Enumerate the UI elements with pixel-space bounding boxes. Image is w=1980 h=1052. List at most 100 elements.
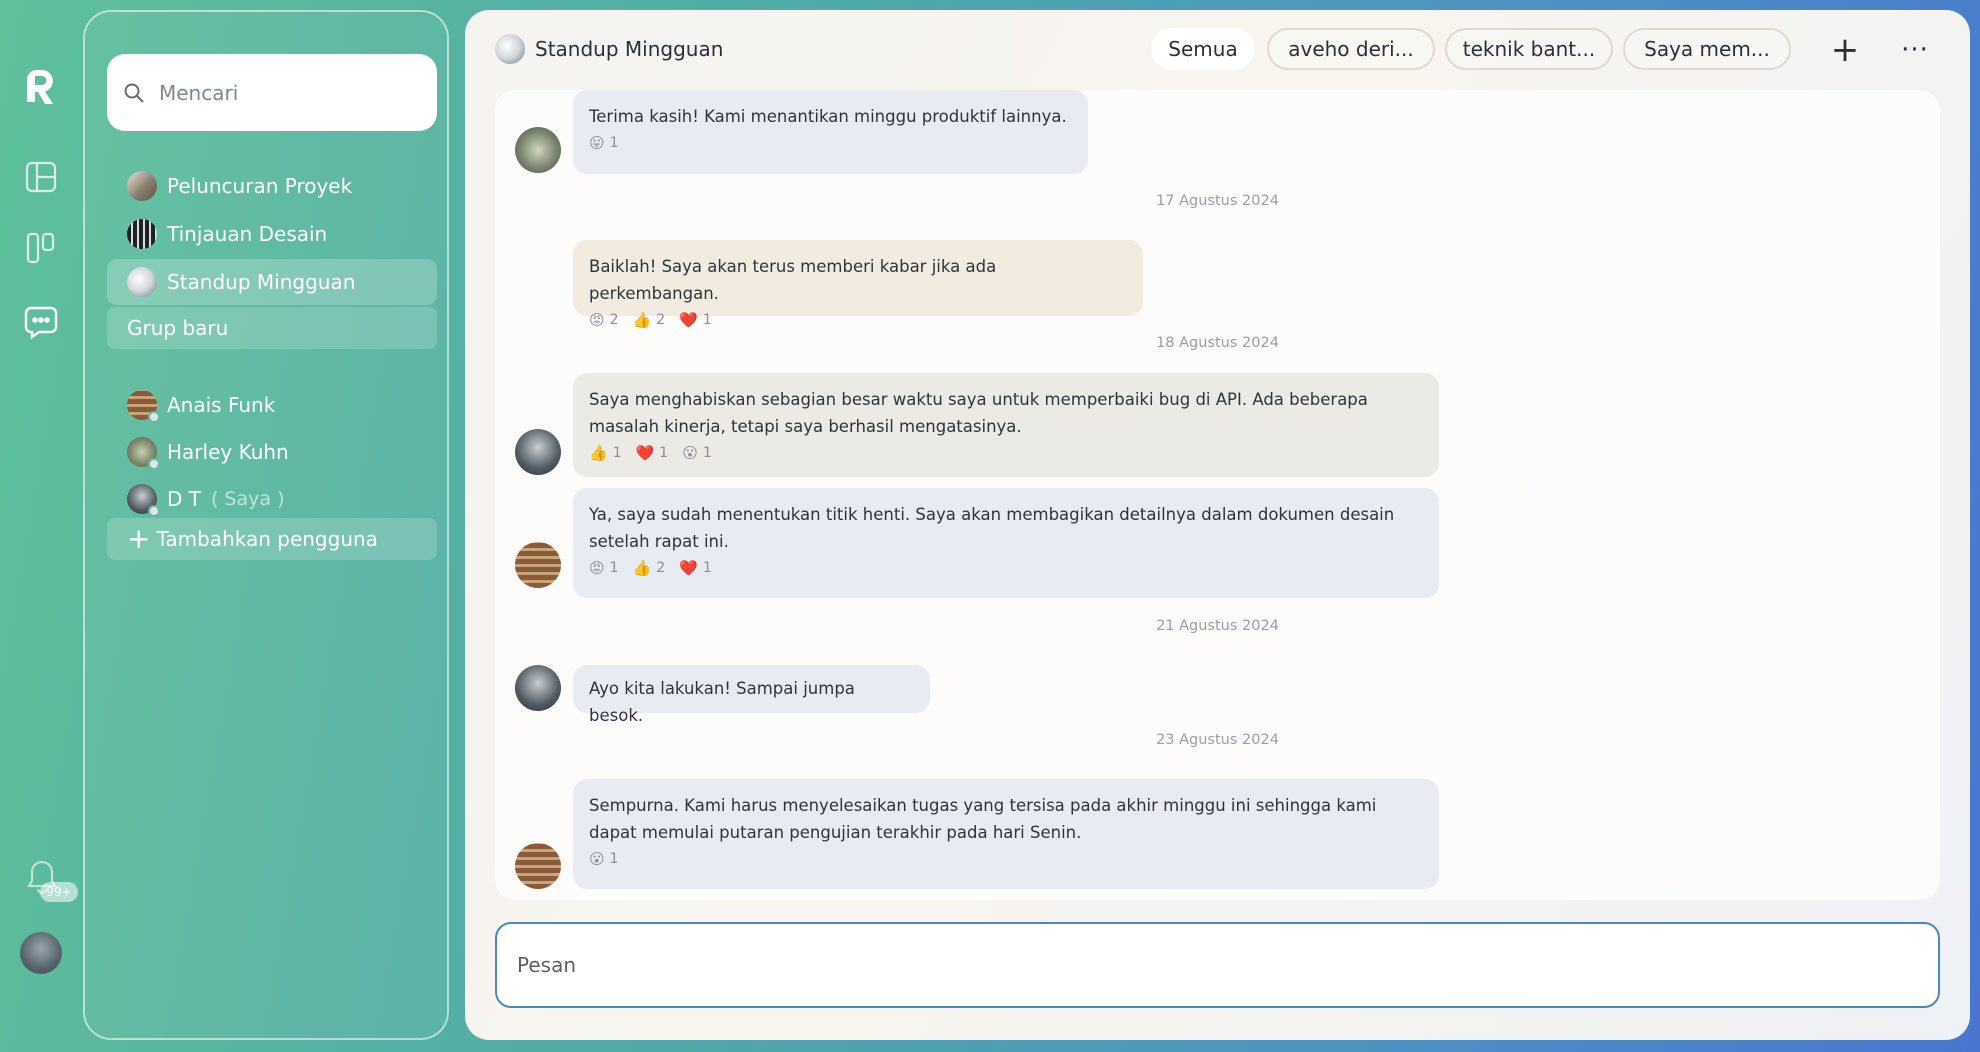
user-avatar: [127, 390, 160, 423]
user-item-anais-funk[interactable]: Anais Funk: [107, 382, 437, 428]
add-user-label: Tambahkan pengguna: [156, 527, 378, 551]
reaction-pill[interactable]: ❤️ 1: [679, 307, 712, 334]
user-item-label: D T: [167, 487, 201, 511]
chat-group-avatar: [495, 34, 525, 64]
reaction-emoji: ❤️: [679, 310, 698, 329]
reaction-count: 1: [609, 850, 619, 867]
search-icon: [124, 83, 144, 103]
reaction-count: 1: [612, 444, 622, 461]
group-item-label: Tinjauan Desain: [167, 222, 328, 246]
tab-teknik[interactable]: teknik bant...: [1445, 28, 1613, 70]
reaction-bar: 😡 2 👍 2 ❤️ 1: [589, 309, 1127, 331]
message-text: Ya, saya sudah menentukan titik henti. S…: [589, 505, 1395, 551]
reaction-count: 2: [656, 559, 666, 576]
date-separator: 21 Agustus 2024: [1156, 618, 1279, 634]
tab-aveho[interactable]: aveho deri...: [1267, 28, 1435, 70]
group-item-peluncuran-proyek[interactable]: Peluncuran Proyek: [107, 163, 437, 209]
message-list[interactable]: Terima kasih! Kami menantikan minggu pro…: [495, 90, 1940, 900]
message-bubble: Terima kasih! Kami menantikan minggu pro…: [573, 90, 1088, 174]
chat-panel: Standup Mingguan Semua aveho deri... tek…: [465, 10, 1970, 1040]
search-input[interactable]: [159, 80, 419, 105]
reaction-count: 2: [656, 311, 666, 328]
reaction-pill[interactable]: 👍 1: [589, 440, 622, 467]
board-icon[interactable]: [21, 228, 61, 268]
new-group-button[interactable]: Grup baru: [107, 307, 437, 349]
status-dot: [148, 458, 160, 470]
reaction-count: 1: [702, 444, 712, 461]
reaction-count: 1: [702, 311, 712, 328]
dashboard-icon[interactable]: [21, 157, 61, 197]
reaction-pill[interactable]: 😡 2: [589, 307, 619, 334]
reaction-count: 1: [609, 559, 619, 576]
message-composer[interactable]: [495, 922, 1940, 1008]
app-logo-icon[interactable]: [17, 64, 65, 112]
reaction-pill[interactable]: ❤️ 1: [679, 555, 712, 582]
reaction-emoji: 😮: [682, 443, 698, 462]
reaction-emoji: 😮: [589, 849, 605, 868]
reaction-bar: 👍 1 ❤️ 1 😮 1: [589, 442, 1423, 464]
user-item-d-t[interactable]: D T ( Saya ): [107, 476, 437, 522]
group-avatar: [127, 171, 157, 201]
message-text: Terima kasih! Kami menantikan minggu pro…: [589, 107, 1067, 126]
reaction-pill[interactable]: 😮 1: [682, 440, 712, 467]
message-bubble: Ya, saya sudah menentukan titik henti. S…: [573, 488, 1439, 598]
add-tab-button[interactable]: +: [1827, 32, 1863, 68]
user-item-harley-kuhn[interactable]: Harley Kuhn: [107, 429, 437, 475]
date-separator: 23 Agustus 2024: [1156, 732, 1279, 748]
sender-avatar: [515, 127, 561, 173]
message-input[interactable]: [517, 953, 1897, 977]
reaction-count: 1: [702, 559, 712, 576]
status-dot: [148, 411, 160, 423]
reaction-pill[interactable]: 😡 1: [589, 555, 619, 582]
reaction-bar: 😛 1: [589, 132, 1072, 154]
chat-header: Standup Mingguan Semua aveho deri... tek…: [465, 10, 1970, 90]
reaction-count: 1: [609, 134, 619, 151]
reaction-count: 2: [609, 311, 619, 328]
notification-badge: 99+: [40, 882, 78, 902]
date-separator: 17 Agustus 2024: [1156, 193, 1279, 209]
message-text: Saya menghabiskan sebagian besar waktu s…: [589, 390, 1368, 436]
user-avatar: [127, 484, 160, 517]
reaction-emoji: ❤️: [679, 558, 698, 577]
message-text: Ayo kita lakukan! Sampai jumpa besok.: [589, 679, 855, 725]
reaction-emoji: 😡: [589, 558, 605, 577]
group-item-label: Peluncuran Proyek: [167, 174, 353, 198]
user-avatar: [127, 437, 160, 470]
chat-icon[interactable]: [21, 302, 61, 342]
user-item-label: Anais Funk: [167, 393, 276, 417]
message-bubble: Baiklah! Saya akan terus memberi kabar j…: [573, 240, 1143, 329]
reaction-pill[interactable]: 👍 2: [633, 555, 666, 582]
current-user-suffix: ( Saya ): [210, 488, 285, 510]
chat-title-text: Standup Mingguan: [535, 37, 724, 61]
reaction-pill[interactable]: ❤️ 1: [636, 440, 669, 467]
group-item-tinjauan-desain[interactable]: Tinjauan Desain: [107, 211, 437, 257]
plus-icon: +: [127, 522, 151, 555]
user-item-label: Harley Kuhn: [167, 440, 289, 464]
reaction-count: 1: [659, 444, 669, 461]
message-bubble: Sempurna. Kami harus menyelesaikan tugas…: [573, 779, 1439, 889]
reaction-pill[interactable]: 😮 1: [589, 846, 619, 873]
reaction-emoji: 😡: [589, 310, 605, 329]
message-bubble: Saya menghabiskan sebagian besar waktu s…: [573, 373, 1439, 477]
sender-avatar: [515, 843, 561, 889]
reaction-emoji: 😛: [589, 133, 605, 152]
tab-semua[interactable]: Semua: [1151, 28, 1255, 70]
group-item-standup-mingguan[interactable]: Standup Mingguan: [107, 259, 437, 305]
message-bubble: Ayo kita lakukan! Sampai jumpa besok.: [573, 665, 930, 725]
plus-icon: +: [1830, 30, 1860, 70]
more-options-button[interactable]: ···: [1895, 32, 1935, 68]
app-rail: 99+: [0, 0, 82, 1052]
sender-avatar: [515, 429, 561, 475]
reaction-bar: 😡 1 👍 2 ❤️ 1: [589, 557, 1423, 579]
sender-avatar: [515, 542, 561, 588]
date-separator: 18 Agustus 2024: [1156, 335, 1279, 351]
reaction-pill[interactable]: 😛 1: [589, 130, 619, 157]
tab-saya[interactable]: Saya mem...: [1623, 28, 1791, 70]
reaction-emoji: 👍: [632, 310, 652, 329]
add-user-button[interactable]: + Tambahkan pengguna: [107, 518, 437, 560]
status-dot: [148, 505, 160, 517]
search-box[interactable]: [107, 54, 437, 131]
current-user-avatar[interactable]: [20, 932, 62, 974]
reaction-emoji: 👍: [632, 558, 652, 577]
reaction-pill[interactable]: 👍 2: [633, 307, 666, 334]
